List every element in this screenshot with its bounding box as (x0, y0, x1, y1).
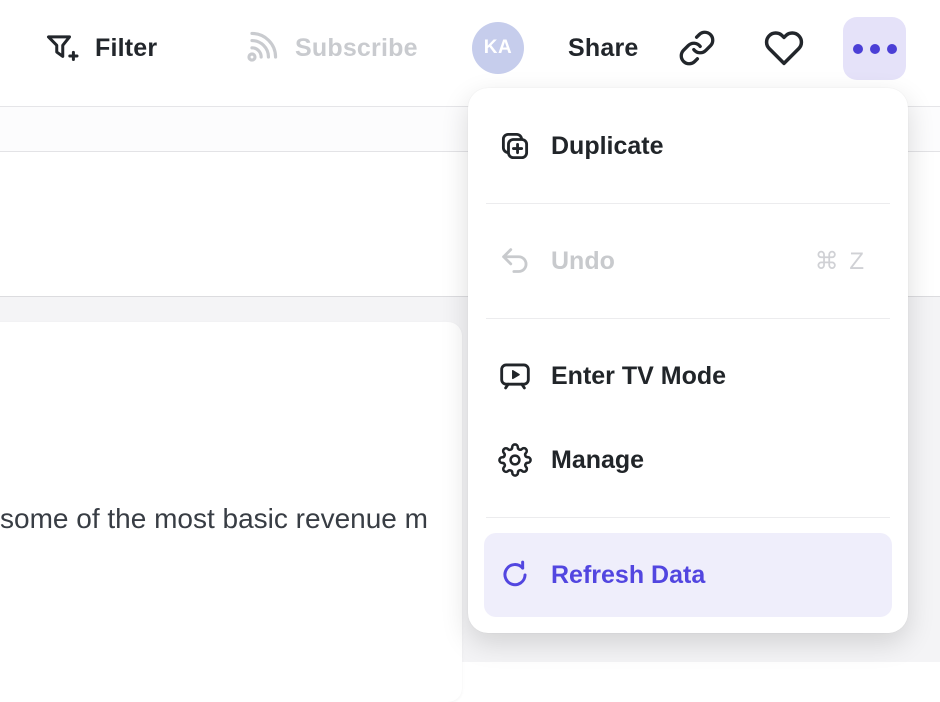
favorite-button[interactable] (764, 0, 804, 96)
more-options-menu: Duplicate Undo ⌘ Z Enter TV Mode (468, 88, 908, 633)
copy-link-button[interactable] (678, 0, 716, 96)
menu-item-label: Undo (551, 247, 615, 276)
menu-item-undo[interactable]: Undo ⌘ Z (484, 219, 892, 303)
share-label: Share (568, 34, 638, 63)
avatar[interactable]: KA (472, 22, 524, 74)
more-options-button[interactable] (843, 17, 906, 80)
menu-item-manage[interactable]: Manage (484, 418, 892, 502)
filter-button[interactable]: Filter (44, 0, 157, 96)
duplicate-icon (498, 129, 532, 163)
menu-item-duplicate[interactable]: Duplicate (484, 104, 892, 188)
truncated-paragraph: some of the most basic revenue m (0, 503, 428, 535)
menu-item-label: Duplicate (551, 132, 664, 161)
menu-divider (486, 318, 890, 319)
menu-item-label: Enter TV Mode (551, 362, 726, 391)
subscribe-button[interactable]: Subscribe (242, 0, 418, 96)
menu-divider (486, 203, 890, 204)
filter-label: Filter (95, 34, 157, 63)
avatar-initials: KA (484, 37, 512, 59)
undo-shortcut: ⌘ Z (815, 247, 866, 276)
menu-item-refresh-data[interactable]: Refresh Data (484, 533, 892, 617)
link-icon (678, 29, 716, 67)
ellipsis-icon (853, 44, 897, 54)
refresh-icon (498, 558, 532, 592)
filter-plus-icon (44, 30, 80, 66)
subscribe-label: Subscribe (295, 34, 418, 63)
heart-icon (764, 28, 804, 68)
menu-divider (486, 517, 890, 518)
undo-icon (498, 244, 532, 278)
menu-item-label: Manage (551, 446, 644, 475)
menu-item-label: Refresh Data (551, 561, 705, 590)
tv-icon (498, 359, 532, 393)
gear-icon (498, 443, 532, 477)
rss-icon (242, 29, 280, 67)
menu-item-enter-tv-mode[interactable]: Enter TV Mode (484, 334, 892, 418)
share-button[interactable]: Share (568, 0, 638, 96)
